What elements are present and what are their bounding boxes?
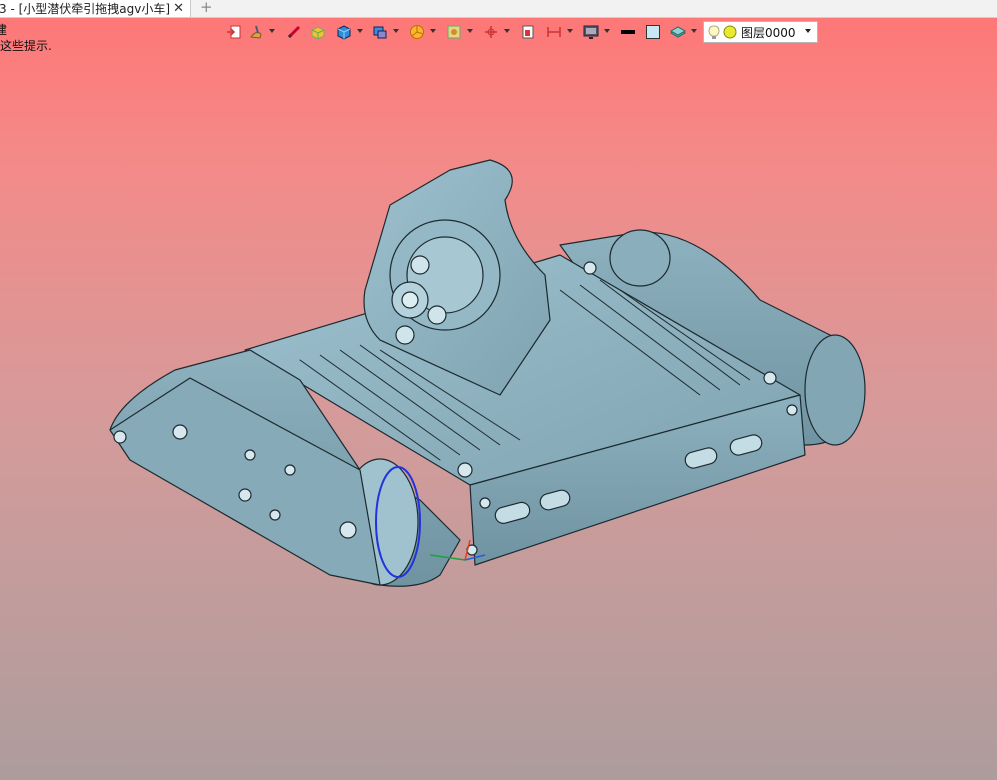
prompt-text-line-1: 建: [0, 23, 8, 37]
dimension-icon[interactable]: [544, 22, 564, 42]
measure-pencil-icon[interactable]: [284, 22, 304, 42]
paint-dropdown-arrow[interactable]: [269, 29, 275, 33]
layer-stack-dropdown-arrow[interactable]: [691, 29, 697, 33]
section-plane-icon[interactable]: [518, 22, 538, 42]
new-tab-icon[interactable]: +: [200, 0, 213, 16]
render-dropdown-arrow[interactable]: [467, 29, 473, 33]
axis-dropdown-arrow[interactable]: [504, 29, 510, 33]
view-toolbar: 图层0000: [222, 21, 822, 43]
pie-dropdown-arrow[interactable]: [430, 29, 436, 33]
layer-select-value: 图层0000: [741, 25, 796, 40]
bulb-icon[interactable]: [708, 24, 720, 40]
render-view-icon[interactable]: [444, 22, 464, 42]
axis-origin-icon[interactable]: [481, 22, 501, 42]
box-highlight-icon[interactable]: [308, 22, 328, 42]
3d-viewport[interactable]: 3 - [小型潜伏牵引拖拽agv小车] ✕ + 建 消这些提示.: [0, 0, 997, 780]
fill-color-swatch-icon[interactable]: [643, 22, 663, 42]
line-weight-icon[interactable]: [618, 22, 638, 42]
document-tab-title: 3 - [小型潜伏牵引拖拽agv小车]: [0, 2, 171, 16]
exit-sketch-icon[interactable]: [224, 22, 244, 42]
agv-cart-3d-model[interactable]: [0, 0, 997, 780]
prompt-text-line-2: 消这些提示.: [0, 39, 52, 53]
paint-brush-icon[interactable]: [246, 22, 266, 42]
chevron-down-icon[interactable]: [805, 29, 811, 33]
pie-color-icon[interactable]: [407, 22, 427, 42]
cube-dropdown-arrow[interactable]: [357, 29, 363, 33]
solid-cube-icon[interactable]: [334, 22, 354, 42]
monitor-display-icon[interactable]: [581, 22, 601, 42]
shade-dropdown-arrow[interactable]: [393, 29, 399, 33]
monitor-dropdown-arrow[interactable]: [604, 29, 610, 33]
document-tab-bar: 3 - [小型潜伏牵引拖拽agv小车] ✕ +: [0, 0, 997, 18]
layer-select[interactable]: 图层0000: [703, 21, 818, 43]
close-tab-icon[interactable]: ✕: [173, 0, 184, 17]
document-tab[interactable]: 3 - [小型潜伏牵引拖拽agv小车] ✕: [0, 0, 191, 17]
shade-mode-icon[interactable]: [370, 22, 390, 42]
yellow-dot-icon[interactable]: [723, 25, 737, 39]
layer-stack-icon[interactable]: [668, 22, 688, 42]
dimension-dropdown-arrow[interactable]: [567, 29, 573, 33]
